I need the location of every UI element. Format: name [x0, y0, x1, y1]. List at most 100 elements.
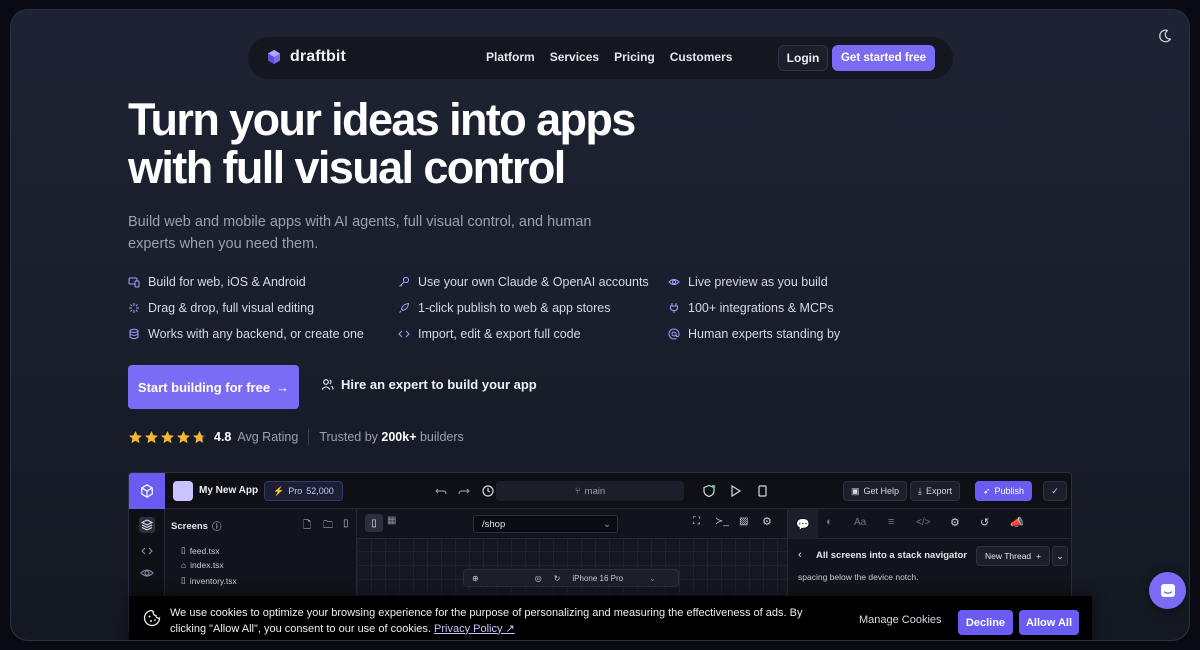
- layers-icon[interactable]: [139, 517, 155, 533]
- git-branch-icon: ⑂: [574, 485, 581, 497]
- hire-expert-link[interactable]: Hire an expert to build your app: [321, 377, 537, 392]
- refresh-icon[interactable]: ↻: [554, 574, 561, 583]
- file-icon: ▯: [181, 575, 186, 585]
- home-icon: ⌂: [181, 560, 187, 570]
- star-half-icon: [193, 430, 206, 443]
- new-file-icon[interactable]: 🗋: [303, 518, 311, 535]
- export-button[interactable]: ⤓ Export: [910, 481, 960, 501]
- hero-title-line1: Turn your ideas into apps: [128, 94, 636, 145]
- rocket-icon: [399, 302, 410, 313]
- camera-icon[interactable]: ◎: [535, 574, 542, 583]
- feature-item: Live preview as you build: [668, 273, 858, 290]
- screen-item[interactable]: ⌂ index.tsx: [181, 560, 224, 570]
- get-help-button[interactable]: ▣ Get Help: [843, 481, 908, 501]
- settings-icon[interactable]: ⚙: [762, 515, 772, 528]
- route-selector[interactable]: /shop ⌄: [473, 515, 618, 533]
- arrow-right-icon: →: [276, 379, 290, 395]
- check-icon: ✓: [1051, 485, 1059, 496]
- nav-link-pricing[interactable]: Pricing: [614, 50, 655, 64]
- typography-icon[interactable]: Aa: [854, 517, 866, 528]
- page-frame: draftbit Platform Services Pricing Custo…: [10, 9, 1190, 641]
- users-icon: [321, 379, 334, 390]
- folder-icon[interactable]: 🗀: [323, 518, 333, 535]
- settings-icon[interactable]: ⚙: [950, 516, 960, 529]
- sparkle-icon: [129, 302, 139, 313]
- code-icon[interactable]: [139, 543, 155, 559]
- app-avatar[interactable]: [173, 481, 193, 501]
- shield-check-icon[interactable]: [702, 484, 716, 498]
- feature-item: Works with any backend, or create one: [128, 325, 398, 342]
- app-name: My New App: [199, 485, 259, 496]
- hero-title: Turn your ideas into apps with full visu…: [128, 96, 748, 192]
- screens-title: Screens ⓘ: [171, 520, 222, 534]
- chevron-down-icon[interactable]: ⌄: [1052, 546, 1068, 566]
- frame-icon[interactable]: ⛶: [693, 516, 700, 527]
- manage-cookies-link[interactable]: Manage Cookies: [859, 614, 942, 626]
- cookie-message: We use cookies to optimize your browsing…: [170, 607, 803, 635]
- chevron-down-icon: ⌄: [603, 518, 611, 530]
- divider: [308, 429, 310, 445]
- eye-icon: [668, 278, 680, 285]
- feature-item: Build for web, iOS & Android: [128, 273, 398, 290]
- canvas-toolbar: ▯ ▦ /shop ⌄ ⛶ ≻_ ▨ ⚙: [357, 509, 787, 539]
- redo-icon[interactable]: [457, 484, 471, 498]
- play-icon[interactable]: [729, 484, 743, 498]
- trusted-by-text: Trusted by 200k+ builders: [319, 430, 464, 444]
- devices-icon: [128, 277, 140, 287]
- allow-all-button[interactable]: Allow All: [1019, 610, 1079, 635]
- chat-icon[interactable]: 💬: [788, 509, 818, 539]
- thread-header: ‹ All screens into a stack navigator New…: [788, 545, 1071, 567]
- decline-button[interactable]: Decline: [958, 610, 1013, 635]
- feature-item: Drag & drop, full visual editing: [128, 299, 398, 316]
- help-icon: ▣: [851, 485, 860, 496]
- rating-bar: 4.8 Avg Rating Trusted by 200k+ builders: [128, 429, 464, 445]
- branch-selector[interactable]: ⑂ main: [496, 481, 684, 501]
- device-icon[interactable]: [756, 484, 770, 498]
- nav-link-services[interactable]: Services: [550, 50, 599, 64]
- device-icon[interactable]: ▯: [343, 518, 349, 529]
- code-icon[interactable]: </>: [916, 517, 930, 528]
- star-icon: [161, 430, 174, 443]
- database-icon: [129, 328, 139, 339]
- mobile-view-icon[interactable]: ▯: [365, 514, 383, 532]
- get-started-button[interactable]: Get started free: [832, 45, 935, 71]
- terminal-icon[interactable]: ≻_: [715, 516, 729, 527]
- screen-item[interactable]: ▯ feed.tsx: [181, 545, 219, 556]
- start-building-button[interactable]: Start building for free →: [128, 365, 299, 409]
- help-circle-icon: ⓘ: [211, 522, 222, 533]
- device-toolbar: ⊕ ◎ ↻ iPhone 16 Pro ⌄: [463, 569, 679, 587]
- history-icon[interactable]: ↺: [980, 516, 989, 529]
- moon-icon[interactable]: [1157, 28, 1173, 44]
- check-button[interactable]: ✓: [1043, 481, 1067, 501]
- star-icon: [145, 430, 158, 443]
- feature-item: 1-click publish to web & app stores: [398, 299, 668, 316]
- screen-item[interactable]: ▯ inventory.tsx: [181, 575, 237, 586]
- device-selector[interactable]: iPhone 16 Pro: [572, 574, 623, 583]
- eye-icon[interactable]: [139, 565, 155, 581]
- plan-badge[interactable]: ⚡ Pro 52,000: [264, 481, 343, 501]
- login-button[interactable]: Login: [778, 45, 828, 71]
- undo-icon[interactable]: [434, 484, 448, 498]
- megaphone-icon[interactable]: 📣: [1010, 516, 1024, 529]
- sliders-icon[interactable]: ≡: [888, 516, 894, 528]
- grid-view-icon[interactable]: ▦: [387, 515, 396, 526]
- history-icon[interactable]: [481, 484, 495, 498]
- globe-icon[interactable]: ⊕: [472, 574, 479, 583]
- new-thread-button[interactable]: New Thread +: [976, 546, 1051, 566]
- app-logo: [129, 473, 165, 509]
- panel-tabs: 💬 ◐ Aa ≡ </> ⚙ ↺ 📣: [788, 509, 1071, 539]
- publish-button[interactable]: ➶ Publish: [975, 481, 1033, 501]
- chat-launcher-button[interactable]: [1149, 572, 1186, 609]
- nav-link-customers[interactable]: Customers: [670, 50, 733, 64]
- palette-icon[interactable]: ◐: [826, 516, 833, 528]
- privacy-policy-link[interactable]: Privacy Policy ↗: [434, 623, 515, 635]
- thread-message: spacing below the device notch.: [798, 572, 919, 582]
- lightning-icon: ⚡: [273, 485, 285, 496]
- image-icon[interactable]: ▨: [739, 516, 748, 527]
- chevron-left-icon[interactable]: ‹: [798, 549, 802, 561]
- app-toolbar: My New App ⚡ Pro 52,000 ⑂ main ▣ Get Hel…: [129, 473, 1071, 509]
- nav-link-platform[interactable]: Platform: [486, 50, 535, 64]
- cube-logo-icon: [268, 50, 280, 64]
- plug-icon: [670, 302, 678, 313]
- logo[interactable]: draftbit: [266, 48, 346, 66]
